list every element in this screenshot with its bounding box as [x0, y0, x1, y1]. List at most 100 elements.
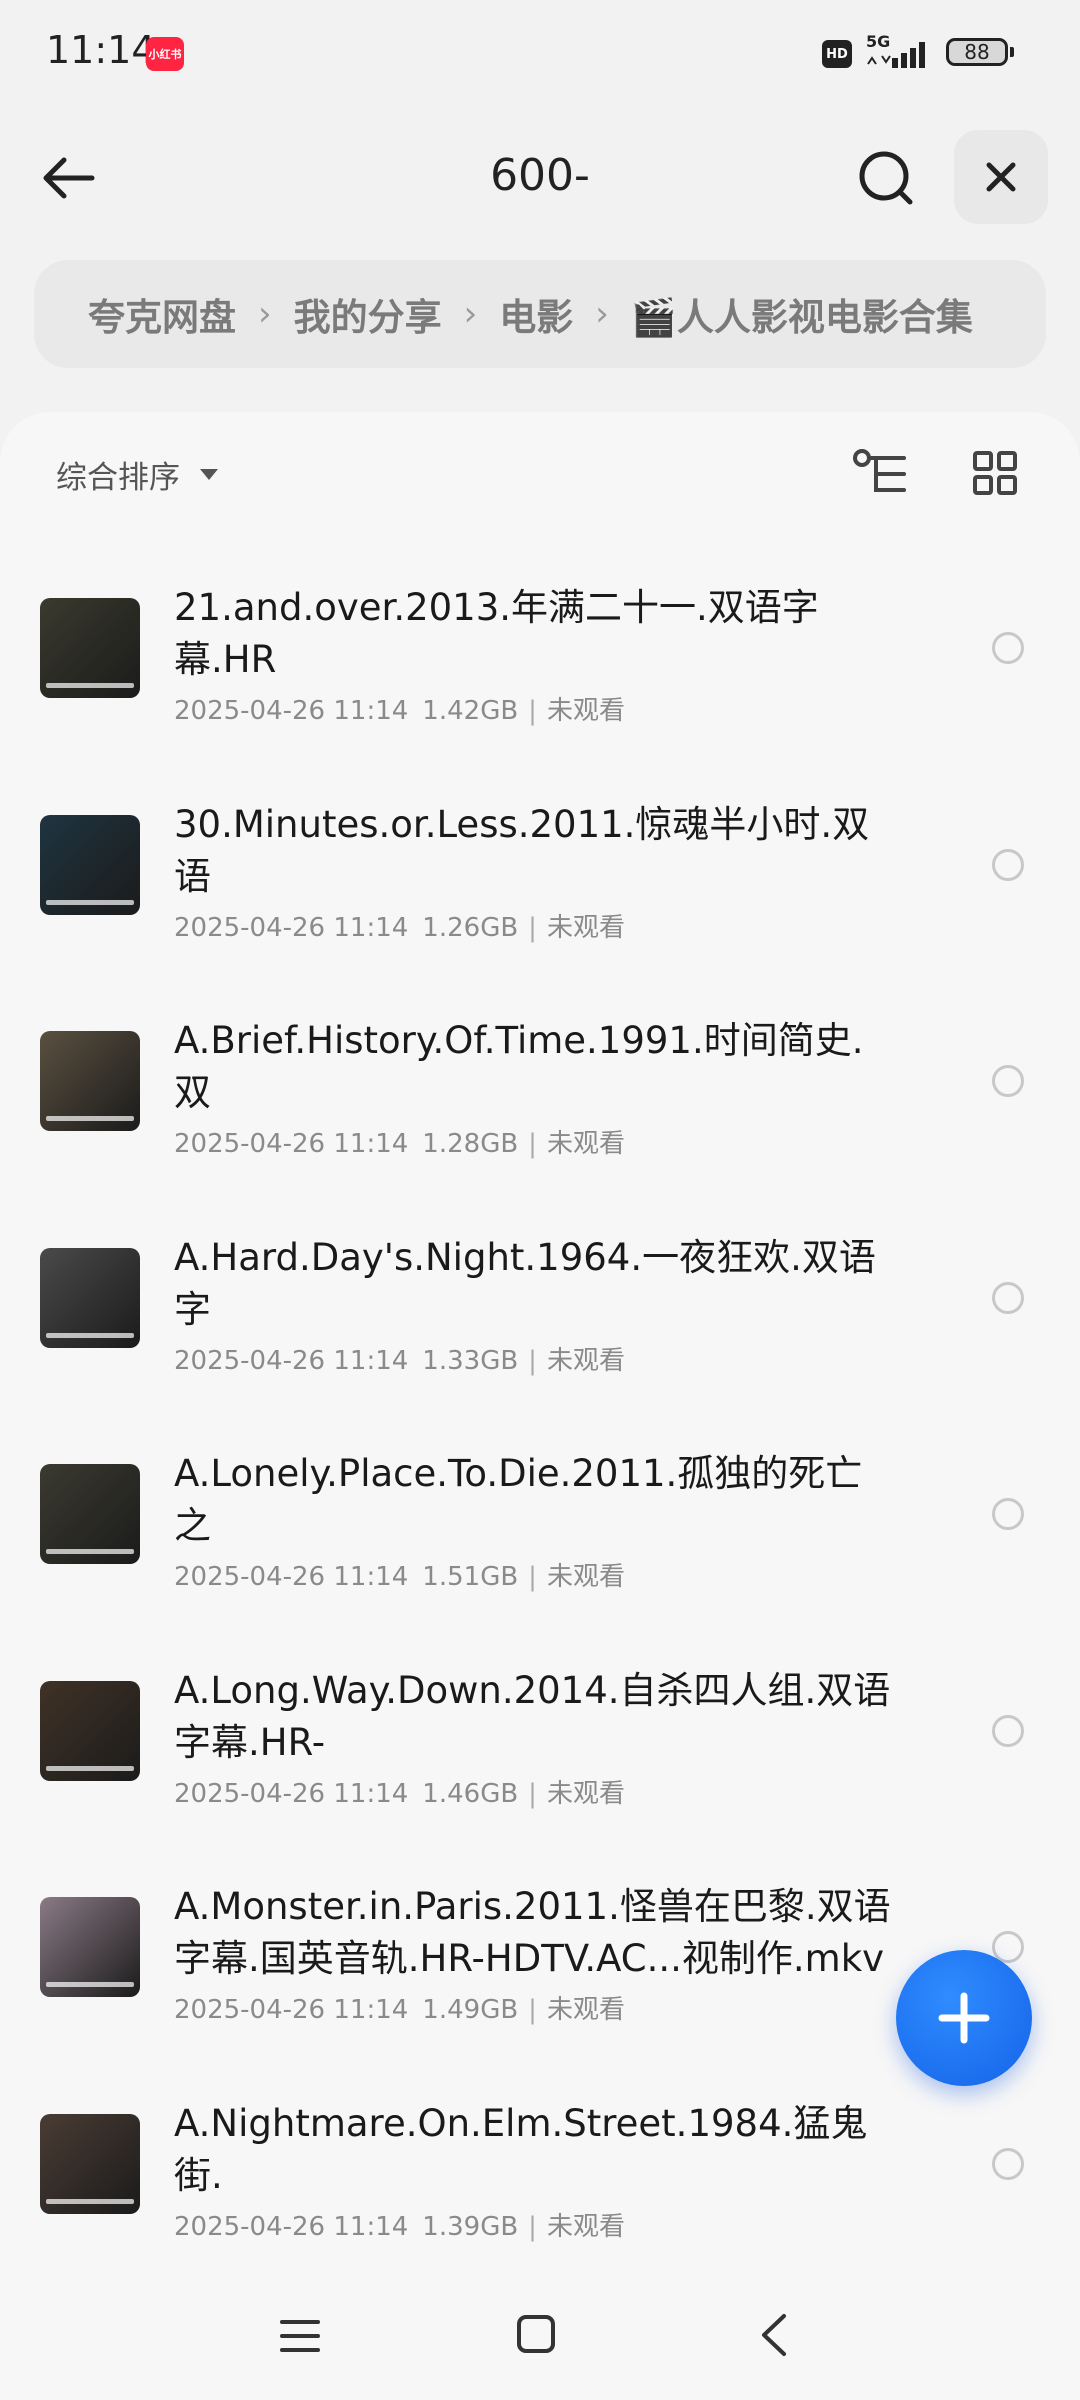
file-size: 1.39GB [422, 2211, 519, 2242]
thumbnail-subtitle [46, 1765, 134, 1771]
breadcrumb-item-movies[interactable]: 电影 [499, 287, 573, 341]
home-icon [517, 2315, 555, 2353]
select-checkbox[interactable] [992, 632, 1024, 664]
close-icon [986, 162, 1016, 192]
battery-level: 88 [964, 40, 990, 64]
file-date: 2025-04-26 11:14 [174, 1562, 409, 1592]
video-thumbnail [40, 1897, 140, 1997]
breadcrumb-item-collection[interactable]: 🎬人人影视电影合集 [631, 287, 973, 341]
file-size: 1.26GB [422, 912, 519, 943]
select-checkbox[interactable] [992, 1498, 1024, 1530]
breadcrumb-item-my-shares[interactable]: 我的分享 [294, 287, 442, 341]
file-size: 1.28GB [422, 1129, 519, 1159]
file-size: 1.49GB [422, 1995, 519, 2025]
file-name: A.Nightmare.On.Elm.Street.1984.猛鬼街. 双语字幕… [174, 2101, 868, 2197]
meta-divider: | [528, 696, 537, 726]
file-date: 2025-04-26 11:14 [174, 1778, 409, 1809]
video-thumbnail [40, 814, 140, 915]
close-button[interactable] [954, 130, 1048, 224]
watch-status: 未观看 [546, 1129, 625, 1159]
file-name: 21.and.over.2013.年满二十一.双语字幕.HR -HDTV.AC3… [174, 586, 819, 681]
video-thumbnail [40, 1031, 140, 1131]
file-row[interactable]: 21.and.over.2013.年满二十一.双语字幕.HR -HDTV.AC3… [0, 560, 1080, 777]
select-checkbox[interactable] [992, 848, 1024, 881]
status-bar: 11:14 小红书 HD 5G 88 [0, 0, 1080, 105]
file-name: A.Lonely.Place.To.Die.2011.孤独的死亡之 所.双语字幕… [174, 1452, 863, 1547]
file-size: 1.46GB [422, 1778, 519, 1809]
battery-tip [1010, 47, 1014, 57]
search-button[interactable] [852, 144, 922, 214]
meta-divider: | [528, 2211, 537, 2242]
plus-icon [938, 1992, 990, 2044]
file-meta: 2025-04-26 11:14 1.46GB | 未观看 [174, 1773, 625, 1810]
file-row[interactable]: A.Hard.Day's.Night.1964.一夜狂欢.双语字 幕.HR-HD… [0, 1210, 1080, 1427]
select-checkbox[interactable] [992, 2147, 1024, 2180]
xiaohongshu-app-icon: 小红书 [146, 37, 184, 71]
chevron-right-icon: › [463, 294, 478, 334]
file-date: 2025-04-26 11:14 [174, 1129, 409, 1159]
select-checkbox[interactable] [992, 1065, 1024, 1097]
file-name: A.Long.Way.Down.2014.自杀四人组.双语 字幕.HR-HDTV… [174, 1668, 891, 1764]
file-date: 2025-04-26 11:14 [174, 912, 409, 943]
file-date: 2025-04-26 11:14 [174, 696, 409, 726]
meta-divider: | [528, 1778, 537, 1809]
nav-home-button[interactable] [514, 2312, 558, 2356]
breadcrumb-item-quark-drive[interactable]: 夸克网盘 [88, 287, 236, 341]
nav-menu-button[interactable] [278, 2314, 322, 2358]
file-meta: 2025-04-26 11:14 1.51GB | 未观看 [174, 1556, 625, 1593]
watch-status: 未观看 [546, 1345, 625, 1376]
meta-divider: | [528, 912, 537, 943]
grid-view-button[interactable] [972, 450, 1018, 496]
chevron-right-icon: › [595, 294, 609, 334]
nav-back-button[interactable] [752, 2310, 796, 2360]
watch-status: 未观看 [546, 912, 625, 943]
video-thumbnail [40, 1464, 140, 1564]
watch-status: 未观看 [546, 1778, 625, 1809]
file-row[interactable]: 30.Minutes.or.Less.2011.惊魂半小时.双语 字幕.HR-H… [0, 777, 1080, 994]
file-meta: 2025-04-26 11:14 1.28GB | 未观看 [174, 1123, 625, 1160]
file-size: 1.42GB [422, 696, 519, 726]
thumbnail-subtitle [46, 899, 134, 905]
tree-view-icon [853, 449, 906, 492]
file-size: 1.33GB [422, 1345, 519, 1376]
video-thumbnail [40, 598, 140, 698]
file-name: 30.Minutes.or.Less.2011.惊魂半小时.双语 字幕.HR-H… [174, 802, 870, 898]
thumbnail-subtitle [46, 683, 134, 688]
search-icon [859, 151, 913, 205]
meta-divider: | [528, 1562, 537, 1592]
file-row[interactable]: A.Brief.History.Of.Time.1991.时间简史.双 语字幕.… [0, 993, 1080, 1210]
hd-icon: HD [822, 40, 852, 68]
select-checkbox[interactable] [992, 1281, 1024, 1314]
file-row[interactable]: A.Lonely.Place.To.Die.2011.孤独的死亡之 所.双语字幕… [0, 1426, 1080, 1643]
file-meta: 2025-04-26 11:14 1.33GB | 未观看 [174, 1340, 625, 1377]
file-meta: 2025-04-26 11:14 1.39GB | 未观看 [174, 2206, 625, 2243]
menu-icon [280, 2320, 320, 2352]
caret-down-icon [200, 469, 218, 480]
thumbnail-subtitle [46, 1549, 134, 1554]
file-date: 2025-04-26 11:14 [174, 1345, 409, 1376]
meta-divider: | [528, 1345, 537, 1376]
file-date: 2025-04-26 11:14 [174, 1995, 409, 2025]
video-thumbnail [40, 1680, 140, 1781]
back-icon [762, 2314, 786, 2356]
tree-view-button[interactable] [852, 448, 910, 500]
sort-dropdown[interactable]: 综合排序 [56, 452, 218, 497]
file-meta: 2025-04-26 11:14 1.49GB | 未观看 [174, 1989, 625, 2026]
meta-divider: | [528, 1995, 537, 2025]
thumbnail-subtitle [46, 1332, 134, 1338]
select-checkbox[interactable] [992, 1714, 1024, 1747]
thumbnail-subtitle [46, 1116, 134, 1121]
file-name: A.Hard.Day's.Night.1964.一夜狂欢.双语字 幕.HR-HD… [174, 1235, 876, 1331]
thumbnail-subtitle [46, 2198, 134, 2204]
file-row[interactable]: A.Nightmare.On.Elm.Street.1984.猛鬼街. 双语字幕… [0, 2076, 1080, 2293]
video-thumbnail [40, 1247, 140, 1348]
add-button[interactable] [896, 1950, 1032, 2086]
battery-icon: 88 [946, 38, 1008, 66]
breadcrumb: 夸克网盘 › 我的分享 › 电影 › 🎬人人影视电影合集 [34, 260, 1046, 368]
sort-label: 综合排序 [56, 460, 180, 496]
watch-status: 未观看 [546, 696, 625, 726]
file-date: 2025-04-26 11:14 [174, 2211, 409, 2242]
file-row[interactable]: A.Long.Way.Down.2014.自杀四人组.双语 字幕.HR-HDTV… [0, 1643, 1080, 1860]
meta-divider: | [528, 1129, 537, 1159]
file-name: A.Monster.in.Paris.2011.怪兽在巴黎.双语 字幕.国英音轨… [174, 1885, 891, 1980]
